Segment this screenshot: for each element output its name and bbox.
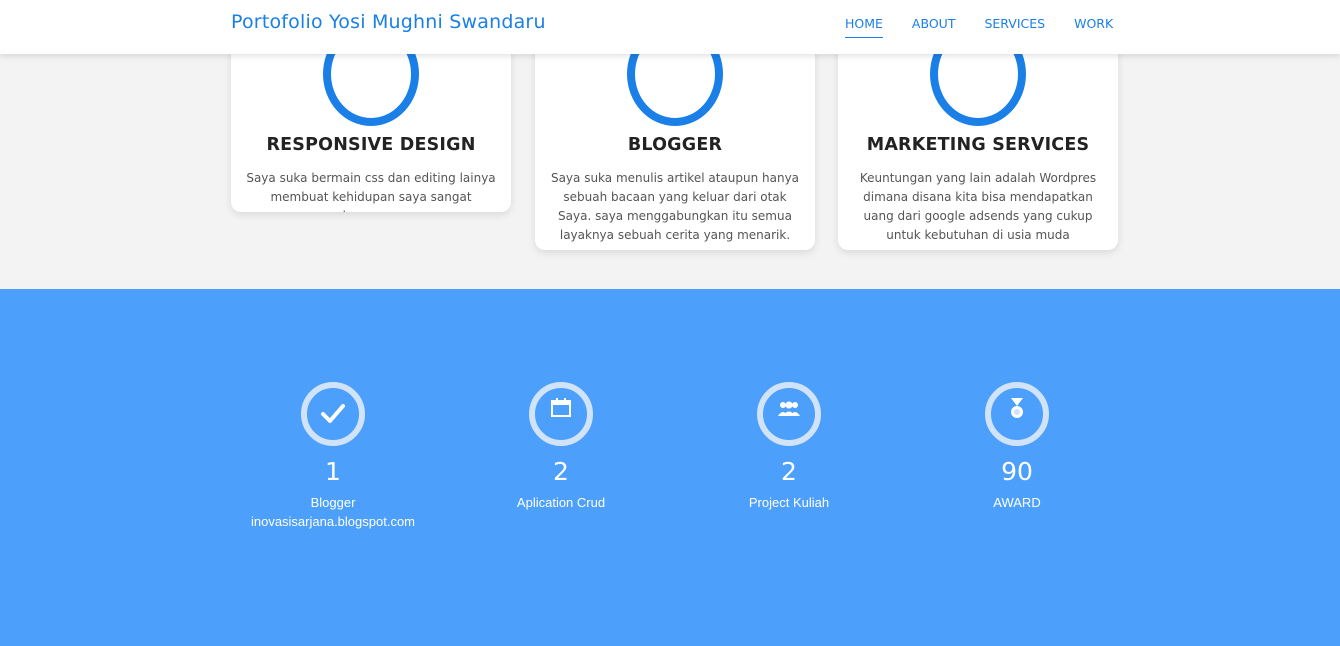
stat-label-line: Aplication Crud	[516, 495, 606, 510]
service-description: Saya suka bermain css dan editing lainya…	[246, 171, 496, 212]
calendar-icon	[529, 382, 593, 446]
stat-number: 2	[553, 457, 569, 486]
medal-icon	[985, 382, 1049, 446]
check-icon	[301, 382, 365, 446]
service-title: RESPONSIVE DESIGN	[266, 135, 476, 155]
service-description: Saya suka menulis artikel ataupun hanya …	[550, 171, 800, 242]
users-icon	[757, 382, 821, 446]
stat-number: 2	[781, 457, 797, 486]
nav-links: HOME ABOUT SERVICES WORK	[845, 16, 1142, 38]
stat-label-line: inovasisarjana.blogspot.com	[250, 514, 416, 529]
stats-section: 1 Blogger inovasisarjana.blogspot.com 2 …	[0, 289, 1340, 646]
brand-link[interactable]: Portofolio Yosi Mughni Swandaru	[231, 11, 546, 33]
stat-label: AWARD	[917, 493, 1117, 512]
stat-number: 90	[1001, 457, 1033, 486]
stat-label: Project Kuliah	[689, 493, 889, 512]
nav-link-about[interactable]: ABOUT	[912, 16, 956, 38]
stat-label-line: Project Kuliah	[748, 495, 830, 510]
navbar: Portofolio Yosi Mughni Swandaru HOME ABO…	[0, 0, 1340, 54]
stat-label: Blogger inovasisarjana.blogspot.com	[233, 493, 433, 531]
service-card-marketing-services: MARKETING SERVICES Keuntungan yang lain …	[838, 40, 1118, 250]
stat-number: 1	[325, 457, 341, 486]
stat-label-line: AWARD	[993, 495, 1041, 510]
stat-label-line: Blogger	[310, 495, 356, 510]
service-description: Keuntungan yang lain adalah Wordpres dim…	[859, 171, 1097, 242]
nav-link-home[interactable]: HOME	[845, 16, 883, 38]
service-title: MARKETING SERVICES	[866, 135, 1090, 155]
nav-link-services[interactable]: SERVICES	[984, 16, 1045, 38]
nav-link-work[interactable]: WORK	[1074, 16, 1113, 38]
service-card-responsive-design: RESPONSIVE DESIGN Saya suka bermain css …	[231, 40, 511, 212]
stat-label: Aplication Crud	[461, 493, 661, 512]
service-title: BLOGGER	[627, 135, 723, 155]
service-card-blogger: BLOGGER Saya suka menulis artikel ataupu…	[535, 40, 815, 250]
